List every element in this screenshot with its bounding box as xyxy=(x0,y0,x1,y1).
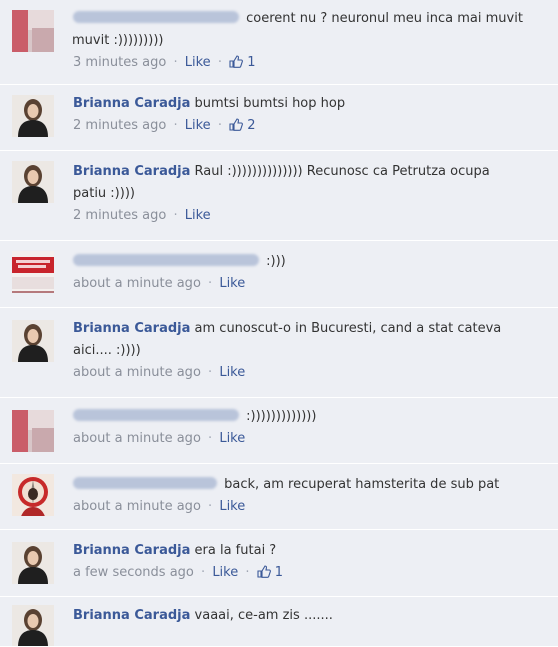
timestamp: 2 minutes ago xyxy=(73,208,167,223)
separator-dot: · xyxy=(217,55,222,70)
separator-dot: · xyxy=(173,118,178,133)
timestamp: 2 minutes ago xyxy=(73,118,167,133)
avatar[interactable] xyxy=(12,474,54,516)
like-link[interactable]: Like xyxy=(212,565,238,580)
like-link[interactable]: Like xyxy=(185,208,211,223)
author-name-blurred[interactable] xyxy=(73,409,239,421)
comment-item: Brianna Caradja vaaai, ce-am zis ....... xyxy=(0,597,558,647)
separator-dot: · xyxy=(208,276,213,291)
avatar[interactable] xyxy=(12,161,54,203)
comment-text: bumtsi bumtsi hop hop xyxy=(194,96,346,111)
comment-meta: 2 minutes ago · Like · 2 xyxy=(73,115,558,137)
timestamp: about a minute ago xyxy=(73,499,201,514)
comment-item: Brianna Caradja Raul :)))))))))))))) Rec… xyxy=(0,151,558,241)
author-name[interactable]: Brianna Caradja xyxy=(73,96,190,111)
comment-text-cont: aici.... :)))) xyxy=(73,343,141,358)
like-link[interactable]: Like xyxy=(219,276,245,291)
author-name[interactable]: Brianna Caradja xyxy=(73,608,190,623)
comment-meta: 3 minutes ago · Like · 1 xyxy=(73,52,558,74)
comment-meta: 2 minutes ago · Like xyxy=(73,205,558,227)
like-link[interactable]: Like xyxy=(185,55,211,70)
comment-text: vaaai, ce-am zis ....... xyxy=(194,608,333,623)
comment-text: coerent nu ? neuronul meu inca mai muvit xyxy=(246,11,523,26)
thumbs-up-icon[interactable] xyxy=(229,115,244,137)
separator-dot: · xyxy=(217,118,222,133)
avatar[interactable] xyxy=(12,410,54,452)
author-name-blurred[interactable] xyxy=(73,11,239,23)
author-name-blurred[interactable] xyxy=(73,477,217,489)
timestamp: about a minute ago xyxy=(73,365,201,380)
author-name[interactable]: Brianna Caradja xyxy=(73,321,190,336)
comment-text: era la futai ? xyxy=(194,543,277,558)
comment-text-cont: muvit :))))))))) xyxy=(72,33,164,48)
comment-meta: a few seconds ago · Like · 1 xyxy=(73,562,558,584)
comment-feed: coerent nu ? neuronul meu inca mai muvit… xyxy=(0,0,558,647)
comment-meta: about a minute ago · Like xyxy=(73,428,558,450)
separator-dot: · xyxy=(173,208,178,223)
separator-dot: · xyxy=(208,431,213,446)
like-count[interactable]: 2 xyxy=(247,118,255,133)
comment-text: back, am recuperat hamsterita de sub pat xyxy=(224,477,500,492)
comment-meta: about a minute ago · Like xyxy=(73,362,558,384)
comment-item: Brianna Caradja am cunoscut-o in Bucures… xyxy=(0,308,558,398)
avatar[interactable] xyxy=(12,320,54,362)
avatar[interactable] xyxy=(12,542,54,584)
separator-dot: · xyxy=(208,499,213,514)
comment-item: :))) about a minute ago · Like xyxy=(0,241,558,308)
comment-item: back, am recuperat hamsterita de sub pat… xyxy=(0,464,558,530)
avatar[interactable] xyxy=(12,10,54,52)
avatar[interactable] xyxy=(12,605,54,646)
comment-item: Brianna Caradja bumtsi bumtsi hop hop 2 … xyxy=(0,85,558,151)
comment-text: :))))))))))))) xyxy=(246,409,317,424)
author-name[interactable]: Brianna Caradja xyxy=(73,164,190,179)
comment-text: Raul :)))))))))))))) Recunosc ca Petrutz… xyxy=(194,164,490,179)
avatar[interactable] xyxy=(12,251,54,293)
comment-meta: about a minute ago · Like xyxy=(73,273,558,295)
thumbs-up-icon[interactable] xyxy=(229,52,244,74)
timestamp: about a minute ago xyxy=(73,431,201,446)
avatar[interactable] xyxy=(12,95,54,137)
thumbs-up-icon[interactable] xyxy=(257,562,271,584)
comment-item: :))))))))))))) about a minute ago · Like xyxy=(0,398,558,464)
like-count[interactable]: 1 xyxy=(247,55,255,70)
timestamp: 3 minutes ago xyxy=(73,55,167,70)
comment-text-cont: patiu :)))) xyxy=(73,186,135,201)
comment-text: am cunoscut-o in Bucuresti, cand a stat … xyxy=(194,321,502,336)
comment-item: coerent nu ? neuronul meu inca mai muvit… xyxy=(0,0,558,85)
like-link[interactable]: Like xyxy=(185,118,211,133)
comment-item: Brianna Caradja era la futai ? a few sec… xyxy=(0,530,558,597)
separator-dot: · xyxy=(201,565,206,580)
like-count[interactable]: 1 xyxy=(275,565,283,580)
separator-dot: · xyxy=(208,365,213,380)
timestamp: about a minute ago xyxy=(73,276,201,291)
comment-text: :))) xyxy=(266,254,286,269)
like-link[interactable]: Like xyxy=(219,431,245,446)
separator-dot: · xyxy=(173,55,178,70)
separator-dot: · xyxy=(245,565,250,580)
like-link[interactable]: Like xyxy=(219,365,245,380)
author-name-blurred[interactable] xyxy=(73,254,259,266)
comment-meta: about a minute ago · Like xyxy=(73,496,558,518)
timestamp: a few seconds ago xyxy=(73,565,194,580)
like-link[interactable]: Like xyxy=(219,499,245,514)
author-name[interactable]: Brianna Caradja xyxy=(73,543,190,558)
